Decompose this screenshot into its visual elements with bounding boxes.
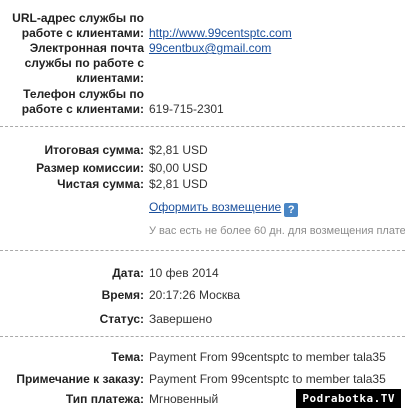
status-value: Завершено xyxy=(149,312,213,326)
date-value: 10 фев 2014 xyxy=(149,266,219,280)
refund-link[interactable]: Оформить возмещение xyxy=(149,200,281,214)
support-url-link[interactable]: http://www.99centsptc.com xyxy=(149,26,292,40)
watermark: Podrabotka.TV xyxy=(296,389,401,408)
date-label: Дата: xyxy=(112,266,144,280)
support-email-value: 99centbux@gmail.com xyxy=(149,41,271,56)
order-note-value: Payment From 99centsptc to member tala35 xyxy=(149,372,386,386)
support-url-label-line1: URL-адрес службы по xyxy=(12,11,144,25)
support-email-label-line1: Электронная почта xyxy=(29,41,144,55)
support-phone-value: 619-715-2301 xyxy=(149,102,224,116)
refund-row: Оформить возмещение? xyxy=(149,200,299,217)
support-email-label-line3: клиентами: xyxy=(76,71,144,85)
total-amount-label: Итоговая сумма: xyxy=(44,143,144,157)
payment-type-label: Тип платежа: xyxy=(65,392,144,406)
subject-label: Тема: xyxy=(111,350,144,364)
section-separator xyxy=(0,126,405,127)
support-email-link[interactable]: 99centbux@gmail.com xyxy=(149,41,271,55)
support-phone-label-line1: Телефон службы по xyxy=(23,87,144,101)
order-note-label: Примечание к заказу: xyxy=(16,372,144,386)
net-amount-value: $2,81 USD xyxy=(149,177,208,191)
support-url-value: http://www.99centsptc.com xyxy=(149,26,292,41)
support-url-label-line2: работе с клиентами: xyxy=(21,26,144,40)
section-separator xyxy=(0,250,405,251)
payment-type-value: Мгновенный xyxy=(149,392,219,406)
status-label: Статус: xyxy=(99,312,144,326)
section-separator xyxy=(0,336,405,337)
time-label: Время: xyxy=(101,288,144,302)
help-icon[interactable]: ? xyxy=(284,203,299,217)
subject-value: Payment From 99centsptc to member tala35 xyxy=(149,350,386,364)
support-email-label-line2: службы по работе с xyxy=(24,56,144,70)
support-phone-label-line2: работе с клиентами: xyxy=(21,102,144,116)
time-value: 20:17:26 Москва xyxy=(149,288,241,302)
fee-amount-value: $0,00 USD xyxy=(149,161,208,175)
total-amount-value: $2,81 USD xyxy=(149,143,208,157)
net-amount-label: Чистая сумма: xyxy=(57,177,144,191)
fee-amount-label: Размер комиссии: xyxy=(36,161,144,175)
refund-note: У вас есть не более 60 дн. для возмещени… xyxy=(149,225,405,237)
